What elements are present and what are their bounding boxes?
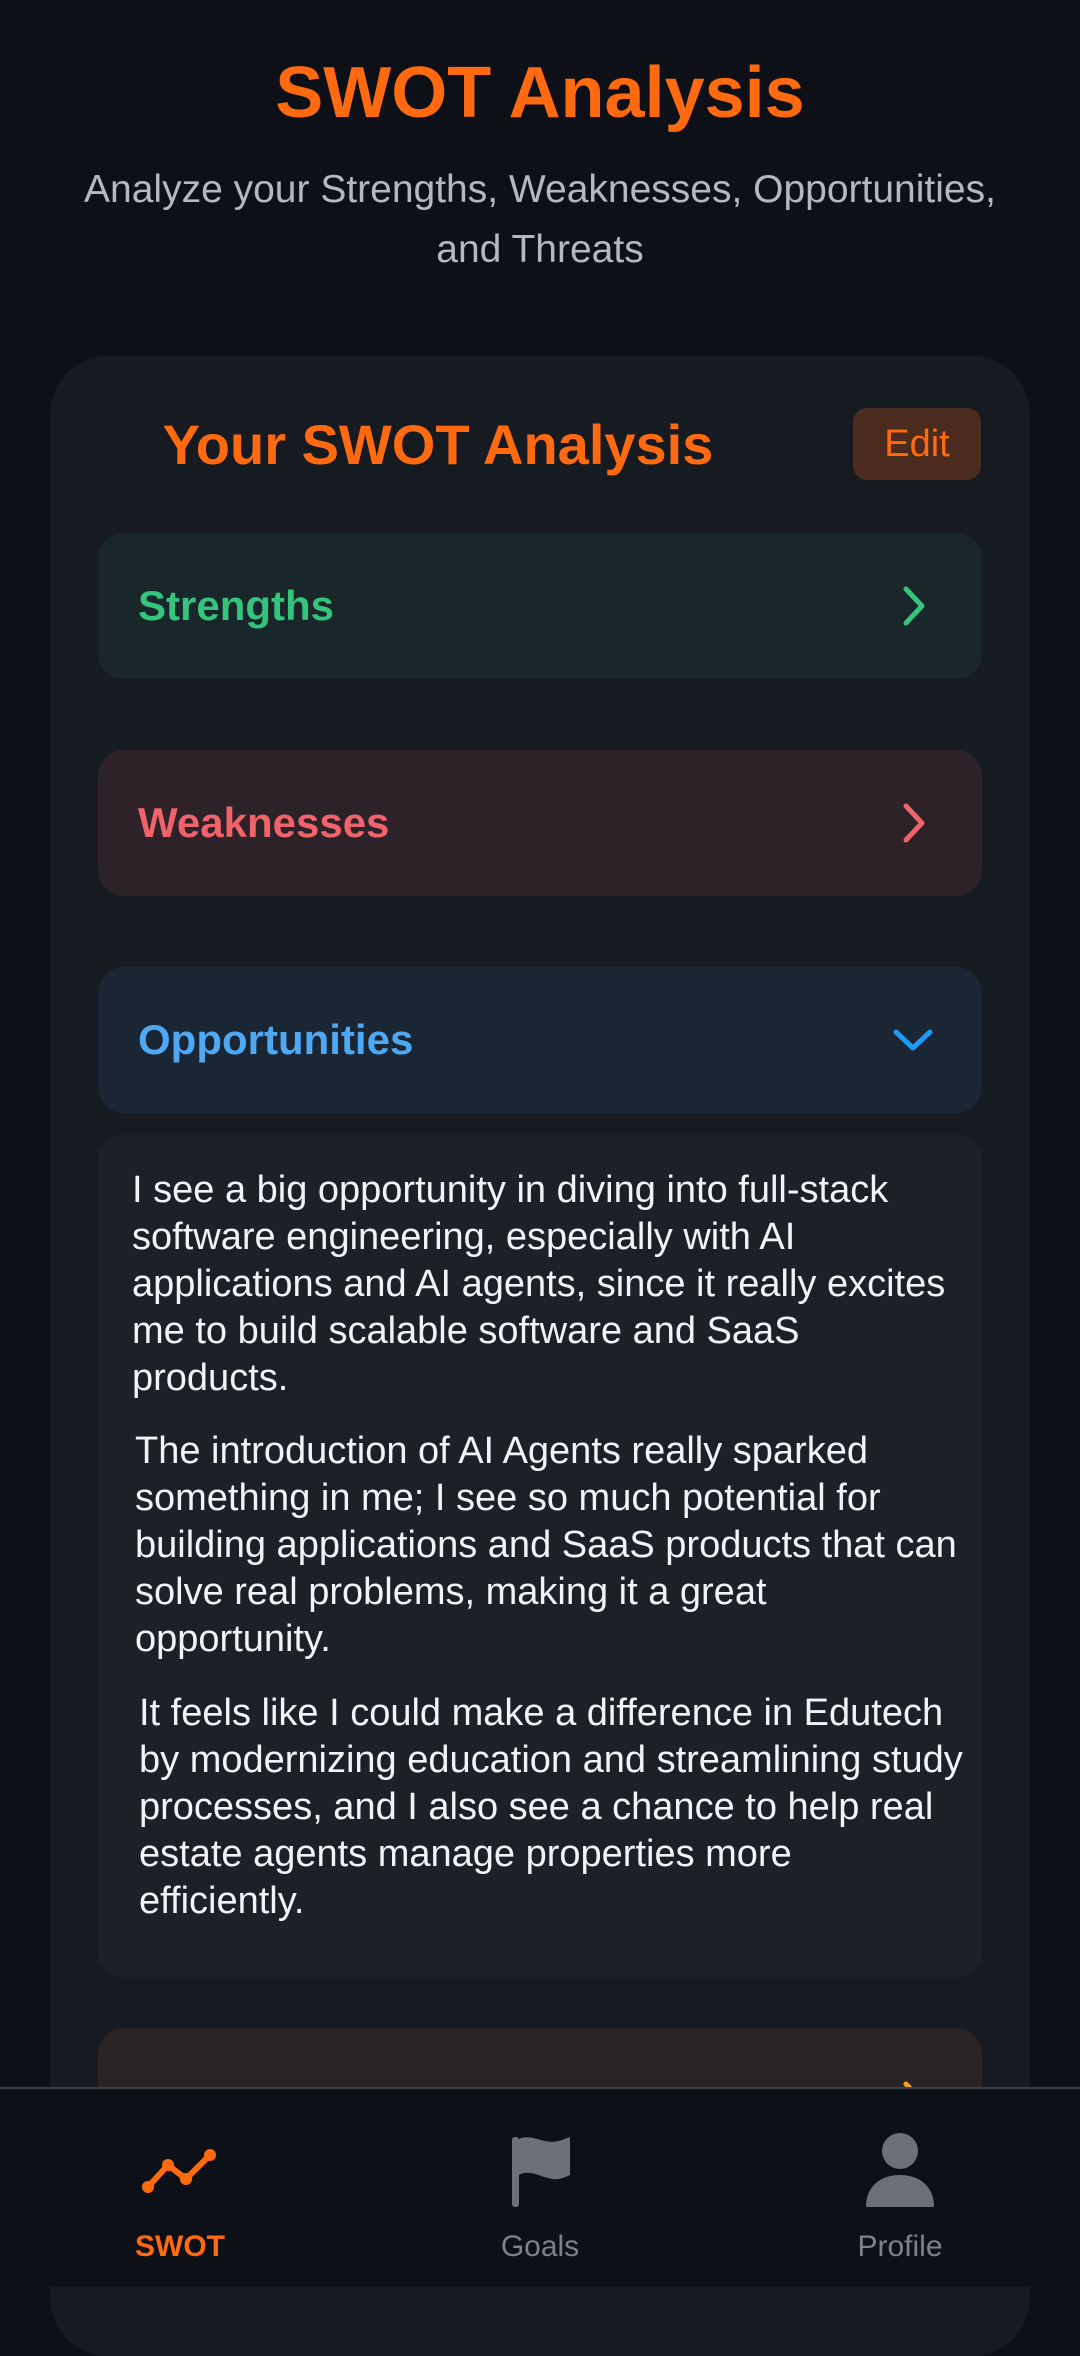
page-title: SWOT Analysis: [275, 53, 805, 133]
edit-button[interactable]: Edit: [853, 408, 981, 480]
section-label-opportunities: Opportunities: [138, 1016, 414, 1063]
section-opportunities[interactable]: Opportunities: [98, 967, 982, 1113]
opportunities-content: I see a big opportunity in diving into f…: [98, 1135, 982, 1977]
flag-icon: [512, 2137, 570, 2207]
opportunity-paragraph: The introduction of AI Agents really spa…: [135, 1430, 957, 1660]
page-subtitle: Analyze your Strengths, Weaknesses, Oppo…: [84, 168, 996, 271]
nav-label-profile: Profile: [857, 2230, 943, 2263]
chevron-down-icon: [893, 1029, 933, 1051]
trend-line-icon: [142, 2149, 216, 2193]
opportunity-paragraph: I see a big opportunity in diving into f…: [132, 1169, 946, 1399]
chevron-right-icon: [903, 586, 925, 626]
section-label-strengths: Strengths: [138, 582, 335, 629]
section-label-weaknesses: Weaknesses: [138, 799, 390, 846]
nav-item-profile[interactable]: Profile: [780, 2089, 1020, 2285]
opportunity-paragraph: It feels like I could make a difference …: [139, 1692, 963, 1922]
nav-label-goals: Goals: [500, 2230, 580, 2263]
section-strengths[interactable]: Strengths: [98, 533, 982, 679]
section-weaknesses[interactable]: Weaknesses: [98, 750, 982, 896]
chevron-right-icon: [903, 803, 925, 843]
bottom-nav: SWOT Goals Profile: [0, 2087, 1080, 2287]
nav-item-swot[interactable]: SWOT: [60, 2089, 300, 2285]
card-title: Your SWOT Analysis: [162, 413, 714, 476]
nav-label-swot: SWOT: [135, 2230, 225, 2263]
person-icon: [866, 2133, 934, 2207]
nav-item-goals[interactable]: Goals: [420, 2089, 660, 2285]
